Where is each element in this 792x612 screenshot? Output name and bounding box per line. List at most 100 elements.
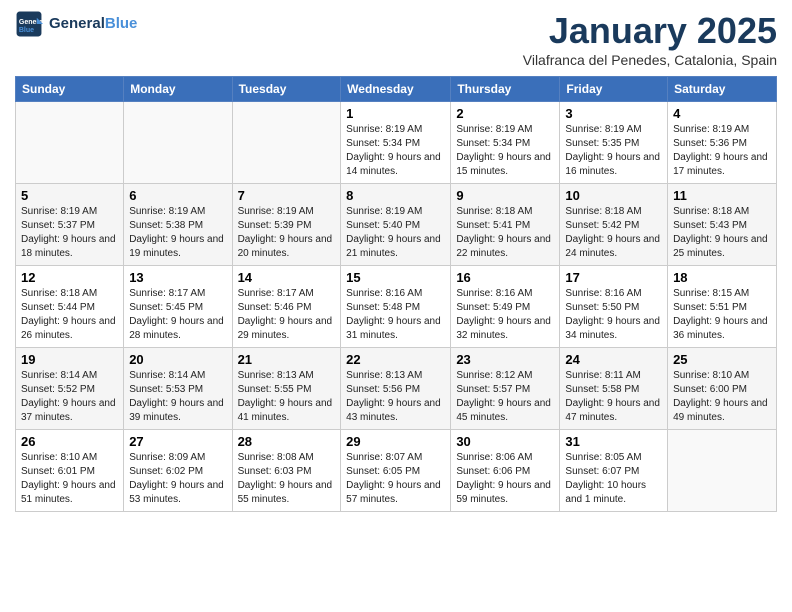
- day-cell: 26Sunrise: 8:10 AM Sunset: 6:01 PM Dayli…: [16, 430, 124, 512]
- logo: General Blue GeneralBlue: [15, 10, 137, 38]
- day-number: 18: [673, 270, 771, 285]
- day-cell: 6 Sunrise: 8:19 AM Sunset: 5:38 PM Daylig…: [124, 184, 232, 266]
- week-row-2: 5Sunrise: 8:19 AM Sunset: 5:37 PM Daylig…: [16, 184, 777, 266]
- day-cell: 1 Sunrise: 8:19 AM Sunset: 5:34 PM Daylig…: [341, 102, 451, 184]
- day-number: 24: [565, 352, 662, 367]
- day-number: 3: [565, 106, 662, 121]
- day-info: Sunrise: 8:18 AM Sunset: 5:41 PM Dayligh…: [456, 205, 554, 261]
- weekday-header-monday: Monday: [124, 77, 232, 102]
- week-row-3: 12 Sunrise: 8:18 AM Sunset: 5:44 PM Dayli…: [16, 266, 777, 348]
- day-info: Sunrise: 8:18 AM Sunset: 5:42 PM Dayligh…: [565, 205, 662, 261]
- day-info: Sunrise: 8:19 AM Sunset: 5:39 PM Dayligh…: [238, 205, 336, 261]
- day-info: Sunrise: 8:16 AM Sunset: 5:50 PM Dayligh…: [565, 287, 662, 343]
- day-number: 1: [346, 106, 445, 121]
- day-info: Sunrise: 8:12 AM Sunset: 5:57 PM Dayligh…: [456, 369, 554, 425]
- header: General Blue GeneralBlue January 2025 Vi…: [15, 10, 777, 68]
- day-number: 17: [565, 270, 662, 285]
- day-cell: [16, 102, 124, 184]
- logo-icon: General Blue: [15, 10, 43, 38]
- weekday-header-wednesday: Wednesday: [341, 77, 451, 102]
- day-cell: 24 Sunrise: 8:11 AM Sunset: 5:58 PM Dayli…: [560, 348, 668, 430]
- day-info: Sunrise: 8:09 AM Sunset: 6:02 PM Dayligh…: [129, 451, 226, 507]
- day-info: Sunrise: 8:11 AM Sunset: 5:58 PM Dayligh…: [565, 369, 662, 425]
- day-cell: 22Sunrise: 8:13 AM Sunset: 5:56 PM Dayli…: [341, 348, 451, 430]
- day-cell: 16Sunrise: 8:16 AM Sunset: 5:49 PM Dayli…: [451, 266, 560, 348]
- day-info: Sunrise: 8:19 AM Sunset: 5:36 PM Dayligh…: [673, 123, 771, 179]
- day-info: Sunrise: 8:17 AM Sunset: 5:45 PM Dayligh…: [129, 287, 226, 343]
- day-cell: 9 Sunrise: 8:18 AM Sunset: 5:41 PM Daylig…: [451, 184, 560, 266]
- day-number: 14: [238, 270, 336, 285]
- day-info: Sunrise: 8:18 AM Sunset: 5:43 PM Dayligh…: [673, 205, 771, 261]
- day-cell: 13Sunrise: 8:17 AM Sunset: 5:45 PM Dayli…: [124, 266, 232, 348]
- day-info: Sunrise: 8:18 AM Sunset: 5:44 PM Dayligh…: [21, 287, 118, 343]
- day-info: Sunrise: 8:19 AM Sunset: 5:38 PM Dayligh…: [129, 205, 226, 261]
- day-info: Sunrise: 8:16 AM Sunset: 5:49 PM Dayligh…: [456, 287, 554, 343]
- day-cell: 25 Sunrise: 8:10 AM Sunset: 6:00 PM Dayli…: [668, 348, 777, 430]
- day-cell: 7Sunrise: 8:19 AM Sunset: 5:39 PM Daylig…: [232, 184, 341, 266]
- week-row-4: 19 Sunrise: 8:14 AM Sunset: 5:52 PM Dayli…: [16, 348, 777, 430]
- day-number: 15: [346, 270, 445, 285]
- weekday-header-row: SundayMondayTuesdayWednesdayThursdayFrid…: [16, 77, 777, 102]
- day-info: Sunrise: 8:17 AM Sunset: 5:46 PM Dayligh…: [238, 287, 336, 343]
- day-number: 12: [21, 270, 118, 285]
- svg-text:Blue: Blue: [19, 27, 34, 34]
- day-number: 9: [456, 188, 554, 203]
- day-cell: 5Sunrise: 8:19 AM Sunset: 5:37 PM Daylig…: [16, 184, 124, 266]
- month-title: January 2025: [523, 10, 777, 52]
- day-cell: 19 Sunrise: 8:14 AM Sunset: 5:52 PM Dayli…: [16, 348, 124, 430]
- day-number: 10: [565, 188, 662, 203]
- day-number: 30: [456, 434, 554, 449]
- location: Vilafranca del Penedes, Catalonia, Spain: [523, 52, 777, 68]
- day-info: Sunrise: 8:19 AM Sunset: 5:37 PM Dayligh…: [21, 205, 118, 261]
- day-cell: 28Sunrise: 8:08 AM Sunset: 6:03 PM Dayli…: [232, 430, 341, 512]
- day-cell: [668, 430, 777, 512]
- logo-text-line1: GeneralBlue: [49, 16, 137, 33]
- day-cell: 30 Sunrise: 8:06 AM Sunset: 6:06 PM Dayli…: [451, 430, 560, 512]
- day-cell: [124, 102, 232, 184]
- title-block: January 2025 Vilafranca del Penedes, Cat…: [523, 10, 777, 68]
- day-number: 4: [673, 106, 771, 121]
- day-info: Sunrise: 8:14 AM Sunset: 5:52 PM Dayligh…: [21, 369, 118, 425]
- day-info: Sunrise: 8:13 AM Sunset: 5:55 PM Dayligh…: [238, 369, 336, 425]
- day-cell: 12 Sunrise: 8:18 AM Sunset: 5:44 PM Dayli…: [16, 266, 124, 348]
- day-number: 21: [238, 352, 336, 367]
- day-cell: 3 Sunrise: 8:19 AM Sunset: 5:35 PM Daylig…: [560, 102, 668, 184]
- day-info: Sunrise: 8:15 AM Sunset: 5:51 PM Dayligh…: [673, 287, 771, 343]
- day-info: Sunrise: 8:06 AM Sunset: 6:06 PM Dayligh…: [456, 451, 554, 507]
- day-number: 25: [673, 352, 771, 367]
- day-info: Sunrise: 8:14 AM Sunset: 5:53 PM Dayligh…: [129, 369, 226, 425]
- weekday-header-saturday: Saturday: [668, 77, 777, 102]
- day-cell: 29 Sunrise: 8:07 AM Sunset: 6:05 PM Dayli…: [341, 430, 451, 512]
- day-cell: 21 Sunrise: 8:13 AM Sunset: 5:55 PM Dayli…: [232, 348, 341, 430]
- day-number: 27: [129, 434, 226, 449]
- weekday-header-sunday: Sunday: [16, 77, 124, 102]
- day-info: Sunrise: 8:10 AM Sunset: 6:00 PM Dayligh…: [673, 369, 771, 425]
- weekday-header-thursday: Thursday: [451, 77, 560, 102]
- day-info: Sunrise: 8:16 AM Sunset: 5:48 PM Dayligh…: [346, 287, 445, 343]
- day-cell: 14 Sunrise: 8:17 AM Sunset: 5:46 PM Dayli…: [232, 266, 341, 348]
- day-cell: 4 Sunrise: 8:19 AM Sunset: 5:36 PM Daylig…: [668, 102, 777, 184]
- day-info: Sunrise: 8:19 AM Sunset: 5:34 PM Dayligh…: [456, 123, 554, 179]
- day-info: Sunrise: 8:19 AM Sunset: 5:35 PM Dayligh…: [565, 123, 662, 179]
- weekday-header-tuesday: Tuesday: [232, 77, 341, 102]
- day-info: Sunrise: 8:19 AM Sunset: 5:34 PM Dayligh…: [346, 123, 445, 179]
- day-number: 23: [456, 352, 554, 367]
- day-info: Sunrise: 8:07 AM Sunset: 6:05 PM Dayligh…: [346, 451, 445, 507]
- day-info: Sunrise: 8:05 AM Sunset: 6:07 PM Dayligh…: [565, 451, 662, 507]
- day-number: 6: [129, 188, 226, 203]
- day-cell: [232, 102, 341, 184]
- day-info: Sunrise: 8:10 AM Sunset: 6:01 PM Dayligh…: [21, 451, 118, 507]
- day-number: 8: [346, 188, 445, 203]
- day-number: 28: [238, 434, 336, 449]
- day-cell: 18 Sunrise: 8:15 AM Sunset: 5:51 PM Dayli…: [668, 266, 777, 348]
- day-cell: 31Sunrise: 8:05 AM Sunset: 6:07 PM Dayli…: [560, 430, 668, 512]
- day-number: 19: [21, 352, 118, 367]
- calendar-table: SundayMondayTuesdayWednesdayThursdayFrid…: [15, 76, 777, 512]
- day-cell: 20 Sunrise: 8:14 AM Sunset: 5:53 PM Dayli…: [124, 348, 232, 430]
- day-info: Sunrise: 8:19 AM Sunset: 5:40 PM Dayligh…: [346, 205, 445, 261]
- day-number: 29: [346, 434, 445, 449]
- day-info: Sunrise: 8:13 AM Sunset: 5:56 PM Dayligh…: [346, 369, 445, 425]
- day-cell: 8 Sunrise: 8:19 AM Sunset: 5:40 PM Daylig…: [341, 184, 451, 266]
- page-container: General Blue GeneralBlue January 2025 Vi…: [0, 0, 792, 522]
- day-number: 20: [129, 352, 226, 367]
